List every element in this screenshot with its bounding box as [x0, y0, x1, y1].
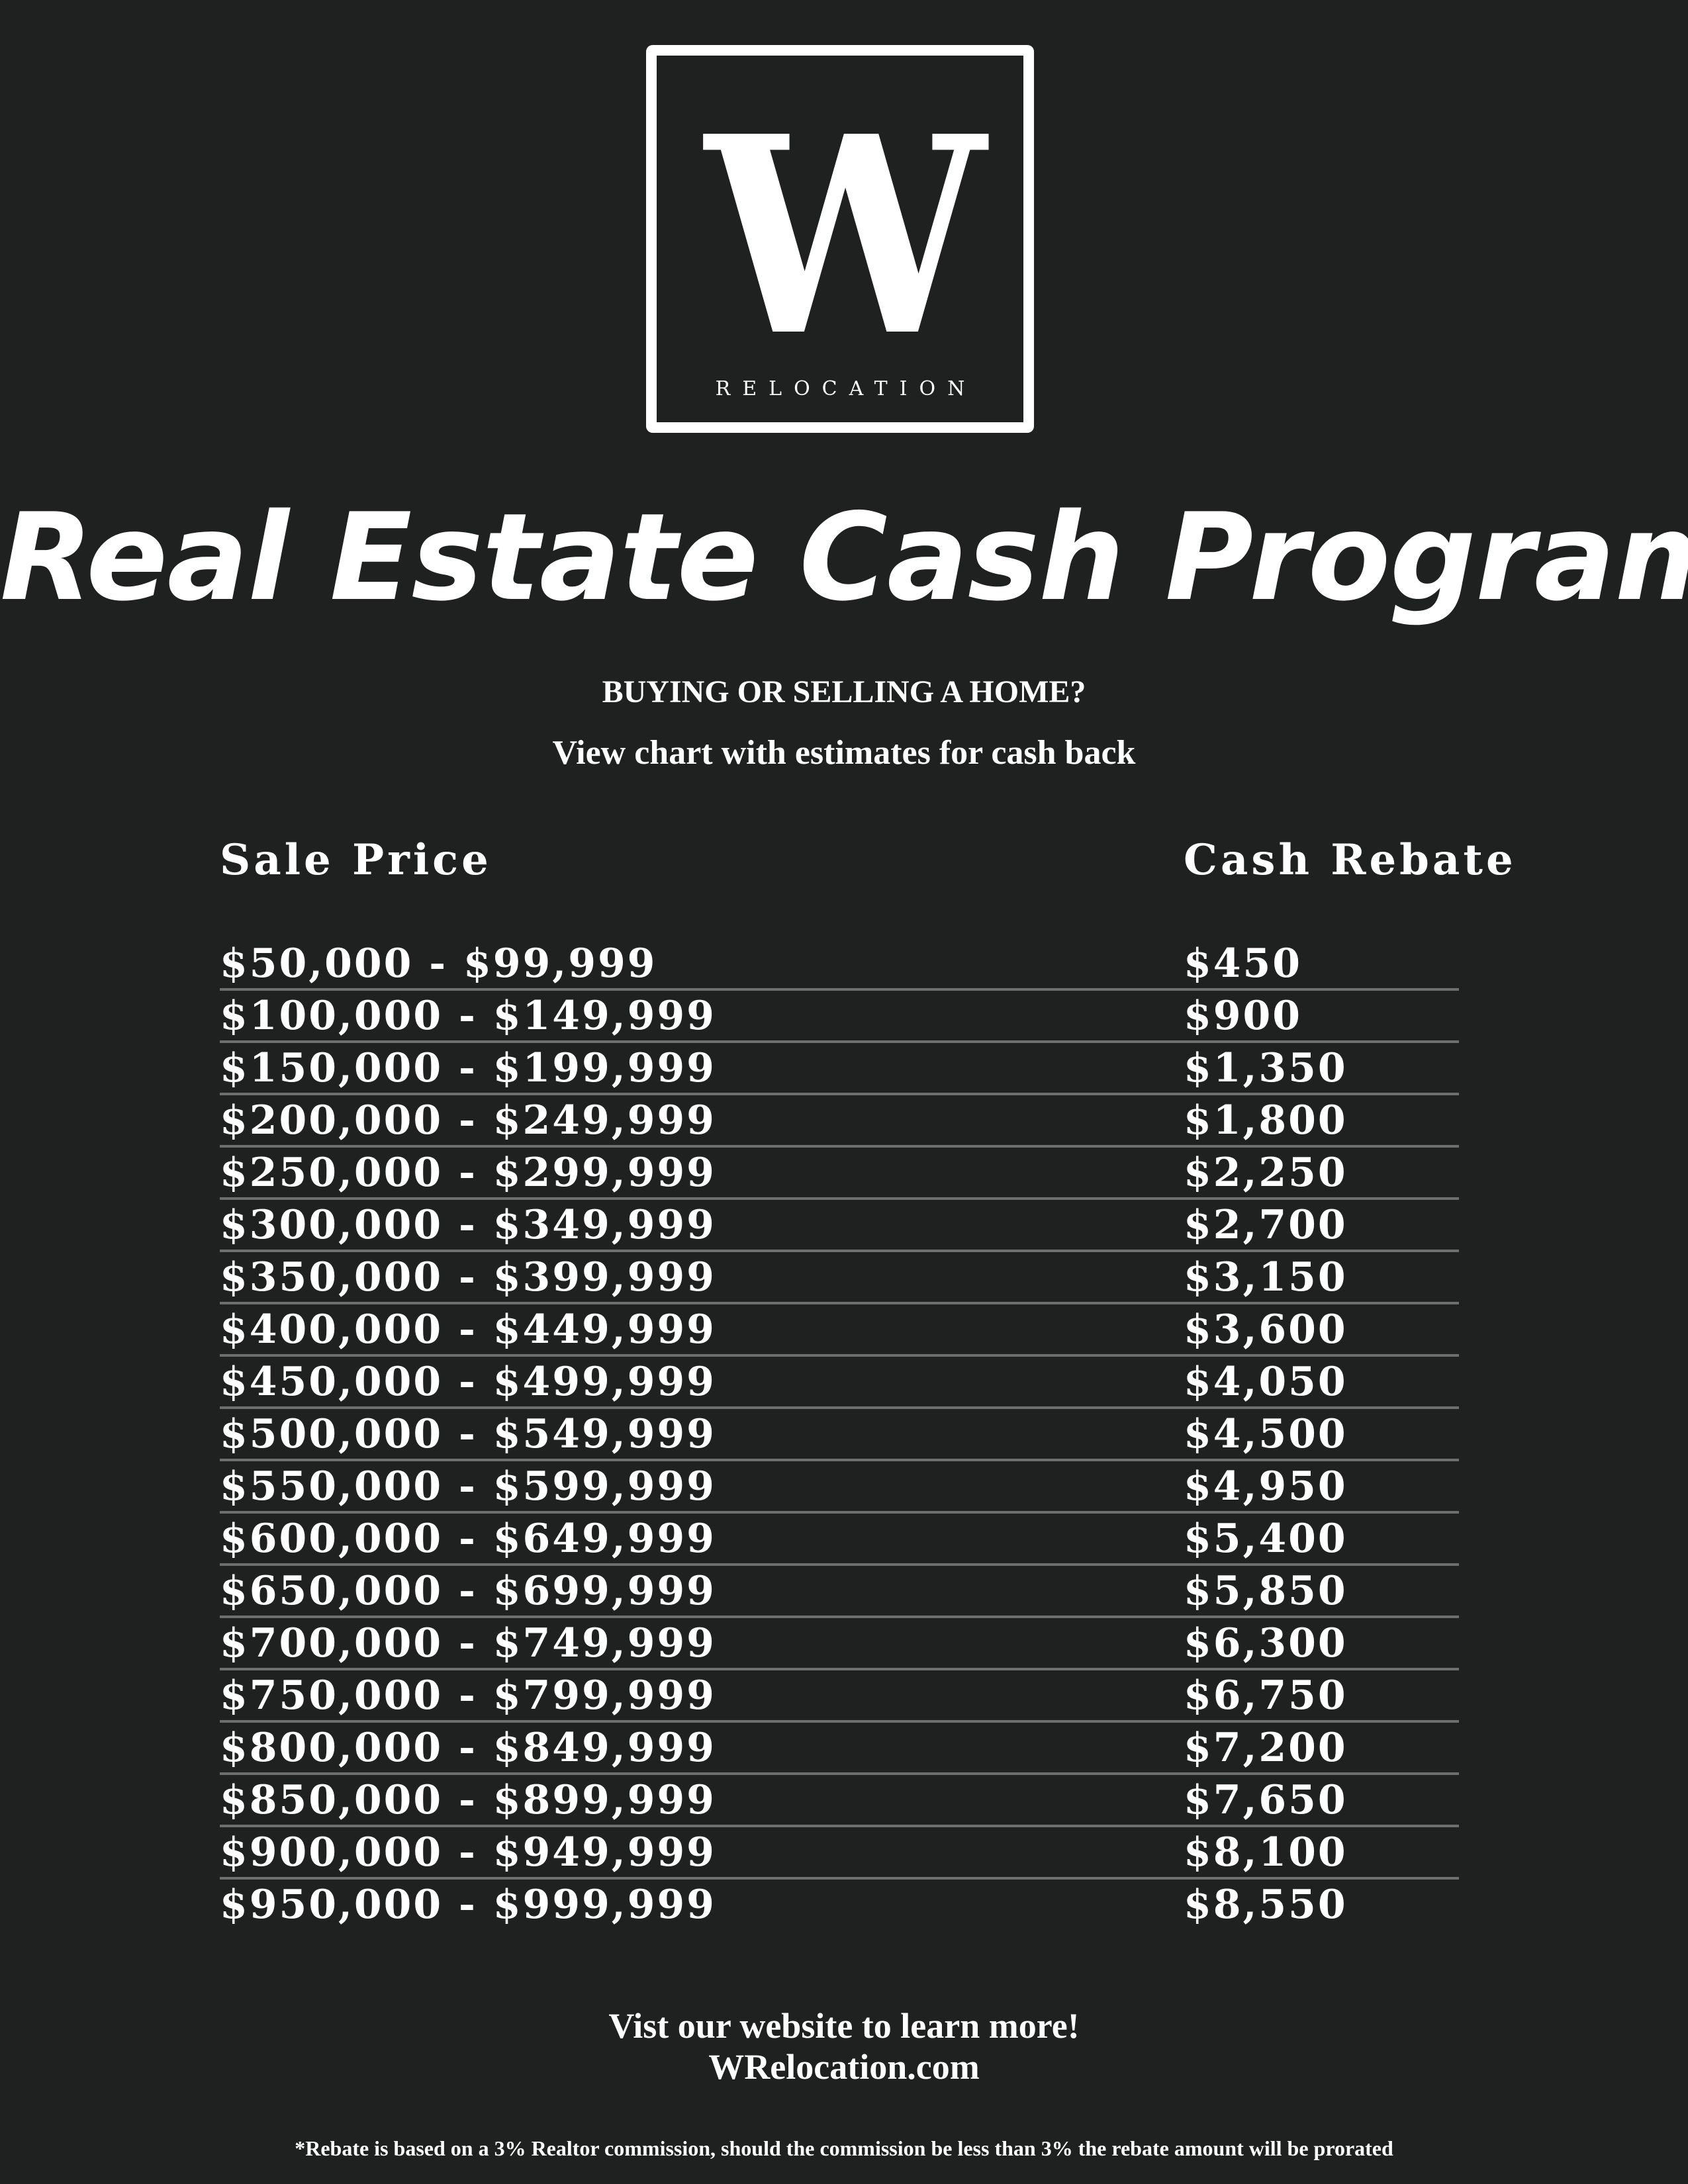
logo-mark: W — [705, 77, 986, 396]
subtitle-description: View chart with estimates for cash back — [552, 734, 1136, 772]
cash-rebate-cell: $1,350 — [1184, 1045, 1348, 1091]
cash-rebate-header: Cash Rebate — [1184, 835, 1517, 885]
sale-price-cell: $50,000 - $99,999 — [220, 940, 657, 987]
cash-rebate-cell: $4,500 — [1184, 1411, 1348, 1457]
cash-rebate-cell: $6,300 — [1184, 1620, 1348, 1666]
sale-price-cell: $550,000 - $599,999 — [220, 1463, 716, 1510]
sale-price-cell: $900,000 - $949,999 — [220, 1829, 716, 1876]
cash-rebate-cell: $4,050 — [1184, 1359, 1348, 1405]
sale-price-cell: $950,000 - $999,999 — [220, 1882, 716, 1928]
table-row: $250,000 - $299,999 $2,250 — [220, 1148, 1459, 1200]
sale-price-cell: $850,000 - $899,999 — [220, 1777, 716, 1823]
cash-rebate-cell: $900 — [1184, 993, 1302, 1039]
sale-price-cell: $450,000 - $499,999 — [220, 1359, 716, 1405]
table-row: $300,000 - $349,999 $2,700 — [220, 1200, 1459, 1252]
cash-rebate-cell: $8,550 — [1184, 1882, 1348, 1928]
website-link[interactable]: WRelocation.com — [0, 2046, 1688, 2087]
cash-rebate-cell: $5,850 — [1184, 1568, 1348, 1614]
sale-price-cell: $100,000 - $149,999 — [220, 993, 716, 1039]
cash-rebate-cell: $1,800 — [1184, 1097, 1348, 1144]
table-row: $550,000 - $599,999 $4,950 — [220, 1461, 1459, 1514]
table-row: $50,000 - $99,999 $450 — [220, 938, 1459, 991]
table-row: $600,000 - $649,999 $5,400 — [220, 1514, 1459, 1566]
rebate-table: $50,000 - $99,999 $450 $100,000 - $149,999… — [220, 938, 1459, 1932]
page-title: Real Estate Cash Program — [0, 487, 1688, 627]
table-row: $500,000 - $549,999 $4,500 — [220, 1409, 1459, 1461]
table-row: $400,000 - $449,999 $3,600 — [220, 1304, 1459, 1357]
sale-price-cell: $750,000 - $799,999 — [220, 1672, 716, 1719]
footer-cta: Vist our website to learn more! — [608, 2006, 1080, 2046]
table-row: $200,000 - $249,999 $1,800 — [220, 1095, 1459, 1148]
table-row: $650,000 - $699,999 $5,850 — [220, 1566, 1459, 1618]
sale-price-header: Sale Price — [220, 835, 492, 885]
sale-price-cell: $150,000 - $199,999 — [220, 1045, 716, 1091]
cash-rebate-cell: $450 — [1184, 940, 1302, 987]
table-row: $950,000 - $999,999 $8,550 — [220, 1880, 1459, 1932]
sale-price-cell: $650,000 - $699,999 — [220, 1568, 716, 1614]
cash-rebate-cell: $2,250 — [1184, 1150, 1348, 1196]
sale-price-cell: $400,000 - $449,999 — [220, 1306, 716, 1353]
table-row: $100,000 - $149,999 $900 — [220, 991, 1459, 1043]
cash-rebate-cell: $4,950 — [1184, 1463, 1348, 1510]
table-row: $750,000 - $799,999 $6,750 — [220, 1670, 1459, 1723]
table-row: $800,000 - $849,999 $7,200 — [220, 1723, 1459, 1775]
subtitle-question: BUYING OR SELLING A HOME? — [602, 674, 1086, 709]
disclaimer-note: *Rebate is based on a 3% Realtor commiss… — [295, 2136, 1393, 2160]
table-row: $150,000 - $199,999 $1,350 — [220, 1043, 1459, 1095]
table-row: $900,000 - $949,999 $8,100 — [220, 1827, 1459, 1880]
sale-price-cell: $800,000 - $849,999 — [220, 1725, 716, 1771]
cash-rebate-cell: $8,100 — [1184, 1829, 1348, 1876]
sale-price-cell: $200,000 - $249,999 — [220, 1097, 716, 1144]
logo-wordmark: RELOCATION — [715, 377, 977, 400]
table-row: $450,000 - $499,999 $4,050 — [220, 1357, 1459, 1409]
table-row: $700,000 - $749,999 $6,300 — [220, 1618, 1459, 1670]
cash-rebate-cell: $7,200 — [1184, 1725, 1348, 1771]
cash-rebate-cell: $3,600 — [1184, 1306, 1348, 1353]
sale-price-cell: $500,000 - $549,999 — [220, 1411, 716, 1457]
sale-price-cell: $250,000 - $299,999 — [220, 1150, 716, 1196]
sale-price-cell: $300,000 - $349,999 — [220, 1202, 716, 1248]
cash-rebate-cell: $2,700 — [1184, 1202, 1348, 1248]
table-row: $850,000 - $899,999 $7,650 — [220, 1775, 1459, 1827]
sale-price-cell: $350,000 - $399,999 — [220, 1254, 716, 1300]
logo: W RELOCATION — [646, 45, 1034, 433]
cash-rebate-cell: $3,150 — [1184, 1254, 1348, 1300]
cash-rebate-cell: $5,400 — [1184, 1516, 1348, 1562]
cash-rebate-cell: $7,650 — [1184, 1777, 1348, 1823]
sale-price-cell: $600,000 - $649,999 — [220, 1516, 716, 1562]
table-row: $350,000 - $399,999 $3,150 — [220, 1252, 1459, 1304]
cash-rebate-cell: $6,750 — [1184, 1672, 1348, 1719]
sale-price-cell: $700,000 - $749,999 — [220, 1620, 716, 1666]
